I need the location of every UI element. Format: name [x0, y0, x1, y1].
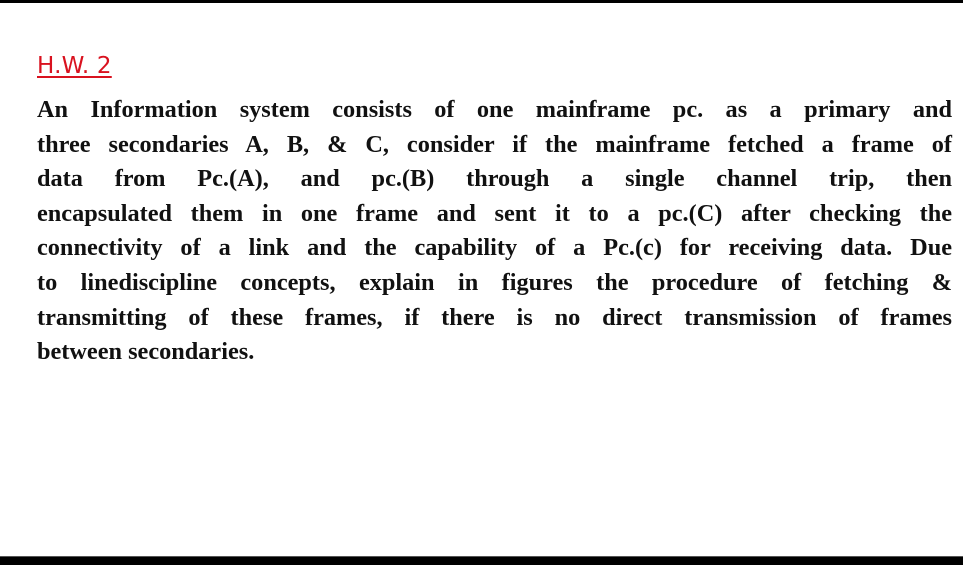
top-border-bar	[0, 0, 963, 3]
paragraph-line-2: three secondaries A, B, & C, consider if…	[37, 130, 952, 158]
paragraph-line-7: transmitting of these frames, if there i…	[37, 303, 952, 331]
paragraph-line-6: to linediscipline concepts, explain in f…	[37, 268, 952, 296]
paragraph-line-5: connectivity of a link and the capabilit…	[37, 234, 952, 262]
homework-heading: H.W. 2	[37, 53, 112, 79]
homework-question-paragraph: An Information system consists of one ma…	[37, 93, 952, 370]
paragraph-line-1: An Information system consists of one ma…	[37, 96, 952, 123]
paragraph-line-4: encapsulated them in one frame and sent …	[37, 199, 952, 227]
paragraph-line-8: between secondaries.	[37, 338, 255, 366]
paragraph-line-3: data from Pc.(A), and pc.(B) through a s…	[37, 165, 952, 193]
